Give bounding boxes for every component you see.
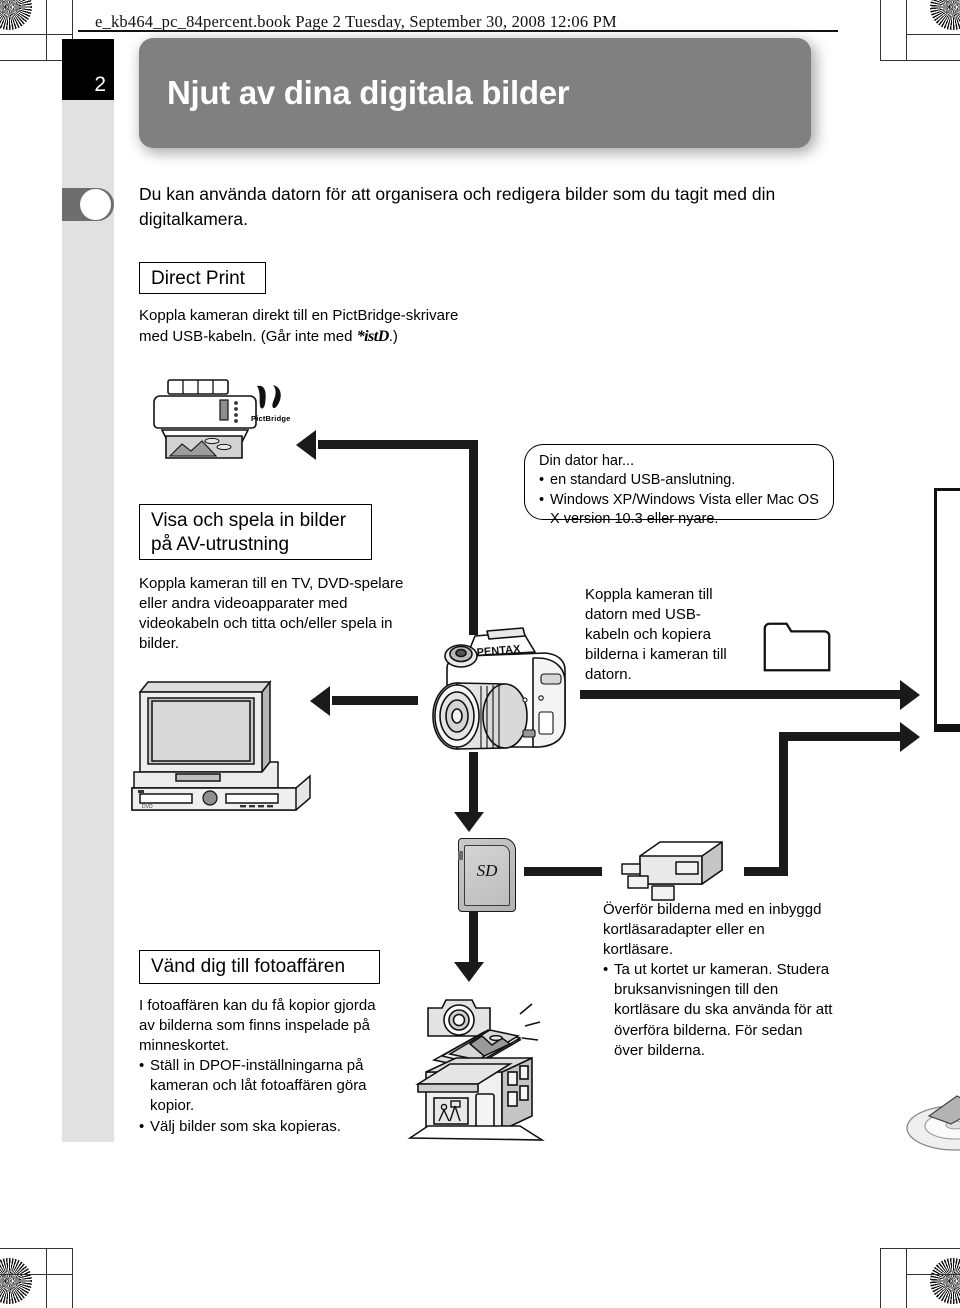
sidebar-light-bar [62, 100, 114, 1142]
svg-text:DVD: DVD [142, 804, 153, 810]
photoshop-intro: I fotoaffären kan du få kopior gjorda av… [139, 997, 376, 1055]
card-reader-body: Överför bilderna med en inbyggd kortläsa… [603, 900, 833, 1061]
registration-mark-left-middle [0, 620, 38, 664]
registration-mark-top-left [52, 0, 96, 42]
arrow-sd-to-photoshop [469, 912, 478, 964]
intro-paragraph: Du kan använda datorn för att organisera… [139, 184, 776, 230]
arrow-camera-to-sd-head [454, 812, 484, 832]
callout-title: Din dator har... [539, 453, 635, 469]
registration-mark-right-upper [920, 38, 960, 82]
arrow-sd-to-photoshop-head [454, 962, 484, 982]
computer-monitor-base [934, 724, 960, 732]
computer-monitor-illustration [934, 488, 960, 728]
tv-dvd-illustration: DVD [131, 679, 311, 811]
registration-mark-left-lower [0, 1172, 38, 1216]
direct-print-line2-pre: med USB-kabeln. (Går inte med [139, 328, 357, 346]
burst-mark-bottom-left [0, 1258, 32, 1304]
sidebar-marker-circle [80, 189, 111, 220]
arrow-reader-to-computer-corner [779, 732, 788, 876]
burst-mark-top-left [0, 0, 32, 30]
sd-card-label: SD [476, 861, 498, 880]
sd-card-notch [458, 851, 463, 860]
heading-av-equipment: Visa och spela in bilder på AV-utrustnin… [139, 504, 372, 560]
chapter-title: Njut av dina digitala bilder [167, 74, 570, 111]
ist-d-logo: *istD [356, 328, 390, 346]
heading-photo-shop: Vänd dig till fotoaffären [139, 950, 380, 984]
arrow-to-printer-vertical [469, 440, 478, 635]
arrow-camera-to-sd-vertical [469, 752, 478, 814]
arrow-reader-to-computer-head [900, 722, 920, 752]
registration-mark-bottom-left [52, 1240, 96, 1284]
heading-av-line1: Visa och spela in bilder [151, 510, 347, 531]
direct-print-line2-post: .) [388, 328, 398, 346]
chapter-number: 2 [94, 73, 106, 96]
camera-illustration: PENTAX [432, 627, 566, 750]
heading-direct-print-label: Direct Print [151, 268, 245, 289]
arrow-camera-to-computer-head [900, 680, 920, 710]
heading-direct-print: Direct Print [139, 262, 266, 294]
arrow-to-tv-head [310, 686, 330, 716]
card-reader-bullet-0: Ta ut kortet ur kameran. Studera bruksan… [603, 960, 833, 1060]
burst-mark-top-right [930, 0, 960, 30]
direct-print-line2: med USB-kabeln. (Går inte med *istD.) [139, 326, 519, 347]
usb-transfer-body: Koppla kameran till datorn med USB-kabel… [585, 586, 727, 684]
photoshop-body: I fotoaffären kan du få kopior gjorda av… [139, 996, 389, 1137]
heading-photo-shop-label: Vänd dig till fotoaffären [151, 956, 346, 977]
arrow-to-printer-horizontal [318, 440, 478, 449]
callout-bullet-1: Windows XP/Windows Vista eller Mac OS X … [539, 491, 819, 530]
registration-mark-right-lower [920, 1172, 960, 1216]
direct-print-body: Koppla kameran direkt till en PictBridge… [139, 306, 519, 348]
card-reader-intro: Överför bilderna med en inbyggd kortläsa… [603, 901, 822, 959]
photoshop-bullet-1: Välj bilder som ska kopieras. [139, 1117, 389, 1137]
arrow-reader-to-computer-top [779, 732, 900, 741]
compact-disc-illustration [906, 1095, 960, 1151]
registration-mark-bottom-center [458, 1240, 502, 1284]
callout-bullet-0: en standard USB-anslutning. [539, 471, 819, 491]
pictbridge-label: PictBridge [251, 414, 291, 423]
arrow-to-printer-head [296, 430, 316, 460]
burst-mark-bottom-right [930, 1258, 960, 1304]
arrow-camera-to-computer [580, 690, 900, 699]
computer-requirements-callout: Din dator har... en standard USB-anslutn… [524, 444, 834, 527]
chapter-banner: Njut av dina digitala bilder [139, 38, 811, 148]
direct-print-line1: Koppla kameran direkt till en PictBridge… [139, 307, 459, 324]
sd-card-illustration: SD [458, 838, 516, 912]
card-reader-illustration [621, 841, 723, 901]
folder-icon [763, 622, 831, 672]
av-body: Koppla kameran till en TV, DVD-spelare e… [139, 575, 404, 653]
registration-mark-left-upper [0, 38, 38, 82]
printer-illustration [153, 379, 257, 459]
heading-av-line2: på AV-utrustning [151, 533, 290, 555]
arrow-sd-to-reader [524, 867, 602, 876]
photoshop-bullet-0: Ställ in DPOF-inställningarna på kameran… [139, 1056, 389, 1116]
file-header-text: e_kb464_pc_84percent.book Page 2 Tuesday… [95, 12, 617, 31]
photo-shop-illustration [407, 999, 545, 1141]
